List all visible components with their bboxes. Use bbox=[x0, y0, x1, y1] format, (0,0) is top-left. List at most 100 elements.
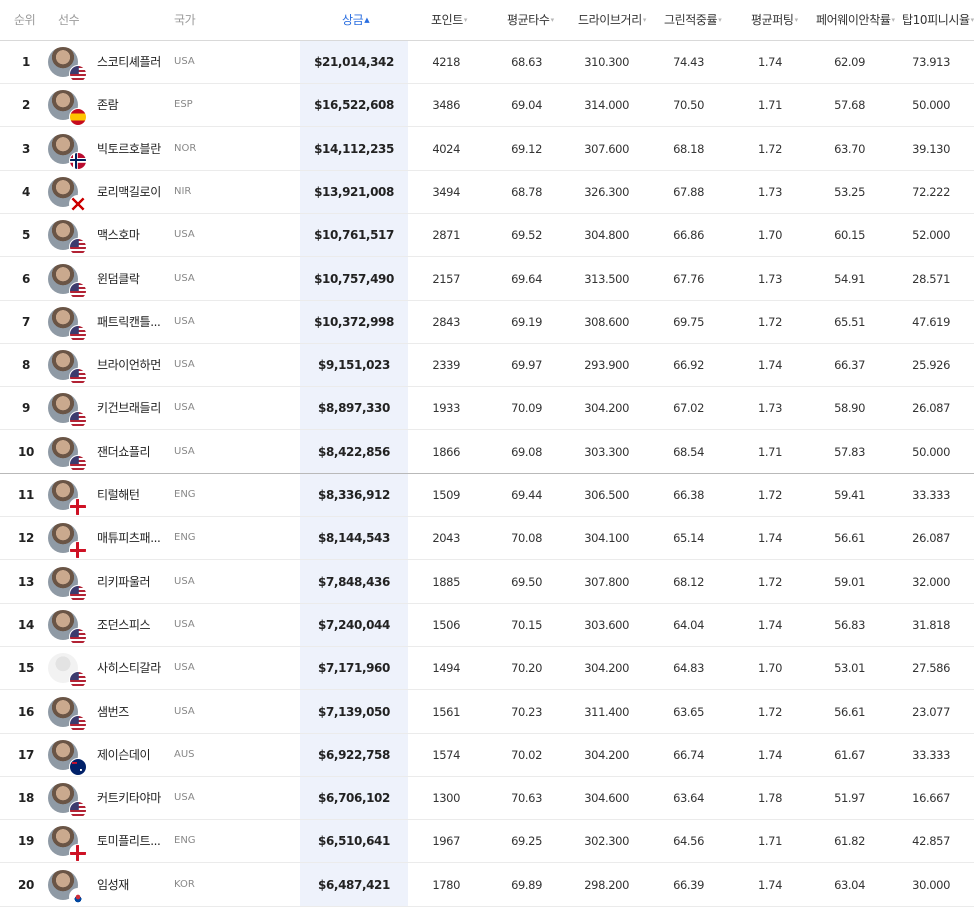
player-name-link[interactable]: 샘번즈 bbox=[97, 691, 167, 733]
header-fairway-sort[interactable]: 페어웨이안착률▾ bbox=[816, 0, 895, 40]
rank-cell: 10 bbox=[18, 444, 34, 459]
table-row[interactable]: 16 샘번즈 USA $7,139,050 1561 70.23 311.400 63.65 1… bbox=[0, 691, 974, 734]
table-row[interactable]: 10 잰더쇼플리 USA $8,422,856 1866 69.08 303.300 68.5… bbox=[0, 431, 974, 474]
prize-cell: $6,487,421 bbox=[318, 877, 390, 892]
avg-putt-cell: 1.74 bbox=[757, 358, 782, 373]
player-name-link[interactable]: 사히스티갈라 bbox=[97, 647, 167, 689]
rank-cell: 2 bbox=[22, 98, 30, 113]
player-name-link[interactable]: 매튜피츠패... bbox=[97, 517, 167, 559]
header-gir-sort[interactable]: 그린적중률▾ bbox=[664, 0, 722, 40]
points-cell: 1509 bbox=[432, 488, 460, 502]
player-name-link[interactable]: 임성재 bbox=[97, 864, 167, 906]
avg-putt-cell: 1.74 bbox=[757, 877, 782, 892]
avg-score-cell: 69.08 bbox=[511, 444, 542, 459]
points-cell: 1574 bbox=[432, 747, 460, 762]
player-name-link[interactable]: 윈덤클락 bbox=[97, 258, 167, 300]
player-name-link[interactable]: 스코티셰플러 bbox=[97, 41, 167, 83]
fairway-cell: 63.70 bbox=[834, 141, 865, 156]
prize-cell: $13,921,008 bbox=[314, 184, 394, 199]
player-name-link[interactable]: 키건브래들리 bbox=[97, 387, 167, 429]
points-cell: 1780 bbox=[432, 877, 460, 892]
rank-cell: 14 bbox=[18, 617, 34, 632]
table-row[interactable]: 19 토미플리트... ENG $6,510,641 1967 69.25 302.300 6… bbox=[0, 820, 974, 864]
usa-flag-icon bbox=[69, 238, 87, 257]
drive-distance-cell: 306.500 bbox=[584, 488, 629, 502]
player-name-link[interactable]: 제이슨데이 bbox=[97, 734, 167, 776]
player-name-link[interactable]: 토미플리트... bbox=[97, 820, 167, 862]
norway-flag-icon bbox=[69, 151, 87, 170]
header-top10-sort[interactable]: 탑10피니시율▾ bbox=[902, 0, 974, 40]
fairway-cell: 60.15 bbox=[834, 228, 865, 243]
points-cell: 1300 bbox=[432, 791, 460, 806]
table-row[interactable]: 7 패트릭캔틀... USA $10,372,998 2843 69.19 308.600 6… bbox=[0, 301, 974, 344]
table-row[interactable]: 4 로리맥길로이 NIR $13,921,008 3494 68.78 326.300 67.… bbox=[0, 171, 974, 214]
table-row[interactable]: 1 스코티셰플러 USA $21,014,342 4218 68.63 310.300 74.… bbox=[0, 41, 974, 84]
country-code: ENG bbox=[174, 489, 196, 500]
table-row[interactable]: 12 매튜피츠패... ENG $8,144,543 2043 70.08 304.100 6… bbox=[0, 517, 974, 561]
player-name-link[interactable]: 빅토르호블란 bbox=[97, 128, 167, 170]
fairway-cell: 62.09 bbox=[834, 55, 865, 69]
drive-distance-cell: 304.800 bbox=[584, 228, 629, 243]
avg-putt-cell: 1.70 bbox=[757, 228, 782, 243]
rank-cell: 15 bbox=[18, 661, 34, 676]
usa-flag-icon bbox=[69, 454, 87, 473]
player-name-link[interactable]: 리키파울러 bbox=[97, 561, 167, 603]
avg-score-cell: 70.63 bbox=[511, 791, 542, 806]
header-prize-label: 상금 bbox=[342, 13, 364, 27]
usa-flag-icon bbox=[69, 584, 87, 603]
table-row[interactable]: 13 리키파울러 USA $7,848,436 1885 69.50 307.800 68.1… bbox=[0, 561, 974, 604]
player-name-link[interactable]: 조던스피스 bbox=[97, 604, 167, 646]
avg-putt-cell: 1.74 bbox=[757, 747, 782, 762]
header-drive-dist-label: 드라이브거리 bbox=[578, 13, 642, 27]
avg-score-cell: 70.23 bbox=[511, 704, 542, 719]
table-row[interactable]: 3 빅토르호블란 NOR $14,112,235 4024 69.12 307.600 68.… bbox=[0, 128, 974, 171]
top10-cell: 33.333 bbox=[912, 488, 950, 502]
top10-cell: 42.857 bbox=[912, 834, 950, 849]
header-avg-putt-label: 평균퍼팅 bbox=[751, 13, 794, 27]
player-name-link[interactable]: 브라이언하먼 bbox=[97, 344, 167, 386]
gir-cell: 67.76 bbox=[673, 271, 704, 286]
header-points-sort[interactable]: 포인트▾ bbox=[431, 0, 467, 40]
avg-putt-cell: 1.73 bbox=[757, 271, 782, 286]
country-code: USA bbox=[174, 705, 195, 717]
drive-distance-cell: 304.100 bbox=[584, 531, 629, 546]
country-code: USA bbox=[174, 618, 195, 630]
table-row[interactable]: 11 티럴해턴 ENG $8,336,912 1509 69.44 306.500 66.38… bbox=[0, 474, 974, 517]
fairway-cell: 65.51 bbox=[834, 314, 865, 329]
top10-cell: 73.913 bbox=[912, 55, 950, 69]
player-name-link[interactable]: 맥스호마 bbox=[97, 214, 167, 256]
table-row[interactable]: 2 존람 ESP $16,522,608 3486 69.04 314.000 70.50 1.… bbox=[0, 84, 974, 128]
table-row[interactable]: 14 조던스피스 USA $7,240,044 1506 70.15 303.600 64.0… bbox=[0, 604, 974, 647]
header-avg-score-sort[interactable]: 평균타수▾ bbox=[507, 0, 554, 40]
avg-score-cell: 69.19 bbox=[511, 314, 542, 329]
table-row[interactable]: 9 키건브래들리 USA $8,897,330 1933 70.09 304.200 67.0… bbox=[0, 387, 974, 431]
avg-putt-cell: 1.72 bbox=[757, 314, 782, 329]
table-row[interactable]: 17 제이슨데이 AUS $6,922,758 1574 70.02 304.200 66.7… bbox=[0, 734, 974, 777]
table-row[interactable]: 20 임성재 KOR $6,487,421 1780 69.89 298.200 66.39 1… bbox=[0, 864, 974, 907]
header-drive-dist-sort[interactable]: 드라이브거리▾ bbox=[578, 0, 646, 40]
prize-cell: $6,922,758 bbox=[318, 747, 390, 762]
player-name-link[interactable]: 티럴해턴 bbox=[97, 474, 167, 516]
rank-cell: 19 bbox=[18, 834, 34, 849]
player-name-link[interactable]: 로리맥길로이 bbox=[97, 171, 167, 213]
points-cell: 2157 bbox=[432, 271, 460, 286]
player-name-link[interactable]: 존람 bbox=[97, 84, 167, 126]
avg-putt-cell: 1.71 bbox=[757, 444, 782, 459]
drive-distance-cell: 307.600 bbox=[584, 141, 629, 156]
table-row[interactable]: 15 사히스티갈라 USA $7,171,960 1494 70.20 304.200 64.… bbox=[0, 647, 974, 691]
country-code: NOR bbox=[174, 142, 197, 154]
header-avg-putt-sort[interactable]: 평균퍼팅▾ bbox=[751, 0, 798, 40]
table-row[interactable]: 6 윈덤클락 USA $10,757,490 2157 69.64 313.500 67.76… bbox=[0, 258, 974, 301]
table-row[interactable]: 18 커트키타야마 USA $6,706,102 1300 70.63 304.600 63.… bbox=[0, 777, 974, 821]
avg-putt-cell: 1.78 bbox=[757, 791, 782, 806]
top10-cell: 28.571 bbox=[912, 271, 950, 286]
header-prize-sort[interactable]: 상금▲ bbox=[342, 0, 370, 40]
player-name-link[interactable]: 잰더쇼플리 bbox=[97, 431, 167, 473]
avg-score-cell: 69.89 bbox=[511, 877, 542, 892]
player-name-link[interactable]: 패트릭캔틀... bbox=[97, 301, 167, 343]
spain-flag-icon bbox=[69, 108, 87, 127]
player-name-link[interactable]: 커트키타야마 bbox=[97, 777, 167, 819]
table-row[interactable]: 5 맥스호마 USA $10,761,517 2871 69.52 304.800 66.86… bbox=[0, 214, 974, 258]
points-cell: 2339 bbox=[432, 358, 460, 373]
table-row[interactable]: 8 브라이언하먼 USA $9,151,023 2339 69.97 293.900 66.9… bbox=[0, 344, 974, 388]
